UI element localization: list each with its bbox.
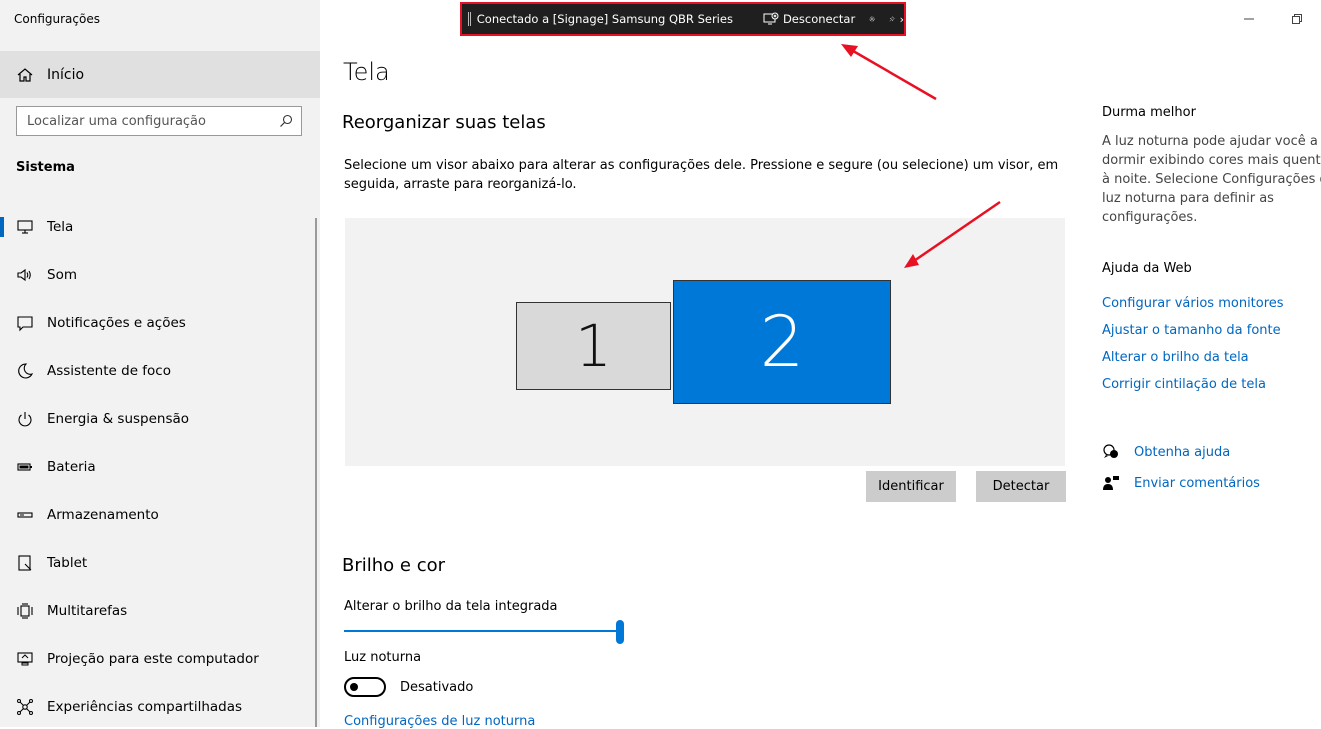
tablet-icon xyxy=(18,555,32,571)
monitor-2[interactable]: 2 xyxy=(673,280,891,404)
sidebar-item-assistente-foco[interactable]: Assistente de foco xyxy=(0,347,320,395)
main-content: Tela Reorganizar suas telas Selecione um… xyxy=(320,0,1080,729)
section-title: Sistema xyxy=(16,160,75,175)
sidebar-item-tela[interactable]: Tela xyxy=(0,203,320,251)
battery-icon xyxy=(17,463,32,471)
sidebar-item-label: Energia & suspensão xyxy=(47,411,190,427)
multitask-icon xyxy=(17,603,33,619)
brightness-label: Alterar o brilho da tela integrada xyxy=(344,599,558,614)
sidebar: Configurações Início Sistema Tela xyxy=(0,0,320,727)
help-link-brightness[interactable]: Alterar o brilho da tela xyxy=(1102,350,1249,365)
sidebar-scrollbar[interactable] xyxy=(315,218,317,727)
get-help-link[interactable]: Obtenha ajuda xyxy=(1134,445,1230,460)
sidebar-item-label: Notificações e ações xyxy=(47,315,186,331)
app-title: Configurações xyxy=(14,12,100,26)
storage-icon xyxy=(17,512,33,518)
brightness-slider-track[interactable] xyxy=(344,630,618,632)
sidebar-item-label: Assistente de foco xyxy=(47,363,171,379)
help-link-font-size[interactable]: Ajustar o tamanho da fonte xyxy=(1102,323,1281,338)
sidebar-item-label: Tela xyxy=(47,219,74,235)
detect-button[interactable]: Detectar xyxy=(976,471,1066,502)
brightness-slider-thumb[interactable] xyxy=(616,620,624,644)
sidebar-item-label: Armazenamento xyxy=(47,507,159,523)
help-link-flicker[interactable]: Corrigir cintilação de tela xyxy=(1102,377,1266,392)
get-help-row[interactable]: Obtenha ajuda xyxy=(1102,443,1230,461)
sidebar-item-som[interactable]: Som xyxy=(0,251,320,299)
sidebar-item-label: Projeção para este computador xyxy=(47,651,259,667)
display-arrangement-area: 1 2 xyxy=(345,218,1065,466)
arrange-heading: Reorganizar suas telas xyxy=(342,112,546,133)
brightness-heading: Brilho e cor xyxy=(342,555,445,576)
sidebar-item-label: Bateria xyxy=(47,459,96,475)
projection-icon xyxy=(17,652,33,666)
web-help-heading: Ajuda da Web xyxy=(1102,261,1192,276)
sleep-heading: Durma melhor xyxy=(1102,105,1196,120)
night-light-toggle[interactable] xyxy=(344,677,386,697)
power-icon xyxy=(18,412,32,427)
page-title: Tela xyxy=(343,58,390,86)
chat-help-icon xyxy=(1103,444,1118,458)
notification-icon xyxy=(17,316,33,332)
toggle-knob xyxy=(350,683,358,691)
sidebar-home-label: Início xyxy=(47,66,85,83)
sidebar-item-multitarefas[interactable]: Multitarefas xyxy=(0,587,320,635)
moon-icon xyxy=(18,363,34,379)
sidebar-item-label: Experiências compartilhadas xyxy=(47,699,243,715)
help-link-monitors[interactable]: Configurar vários monitores xyxy=(1102,296,1284,311)
shared-icon xyxy=(17,699,33,715)
sidebar-item-experiencias[interactable]: Experiências compartilhadas xyxy=(0,683,320,727)
search-box[interactable] xyxy=(16,106,302,136)
sidebar-item-notificacoes[interactable]: Notificações e ações xyxy=(0,299,320,347)
sidebar-item-label: Som xyxy=(47,267,77,283)
sidebar-item-bateria[interactable]: Bateria xyxy=(0,443,320,491)
monitor-1[interactable]: 1 xyxy=(516,302,671,390)
sidebar-home[interactable]: Início xyxy=(0,51,320,98)
monitor-icon xyxy=(17,220,33,234)
speaker-icon xyxy=(17,268,31,282)
feedback-link[interactable]: Enviar comentários xyxy=(1134,476,1260,491)
night-light-state: Desativado xyxy=(400,680,474,695)
night-light-label: Luz noturna xyxy=(344,650,422,665)
sidebar-item-armazenamento[interactable]: Armazenamento xyxy=(0,491,320,539)
sidebar-item-label: Multitarefas xyxy=(47,603,128,619)
feedback-icon xyxy=(1103,476,1119,490)
arrange-description: Selecione um visor abaixo para alterar a… xyxy=(344,158,1059,192)
search-icon[interactable] xyxy=(279,114,293,128)
home-icon xyxy=(17,67,33,82)
feedback-row[interactable]: Enviar comentários xyxy=(1102,474,1260,492)
sidebar-item-tablet[interactable]: Tablet xyxy=(0,539,320,587)
identify-button[interactable]: Identificar xyxy=(866,471,956,502)
right-panel: Durma melhor A luz noturna pode ajudar v… xyxy=(1102,0,1321,727)
sidebar-item-label: Tablet xyxy=(47,555,88,571)
sidebar-item-energia[interactable]: Energia & suspensão xyxy=(0,395,320,443)
search-input[interactable] xyxy=(17,112,279,130)
sidebar-nav: Tela Som Notificações e ações Assistente… xyxy=(0,203,320,727)
sidebar-item-projecao[interactable]: Projeção para este computador xyxy=(0,635,320,683)
sleep-text: A luz noturna pode ajudar você a dormir … xyxy=(1102,134,1321,225)
